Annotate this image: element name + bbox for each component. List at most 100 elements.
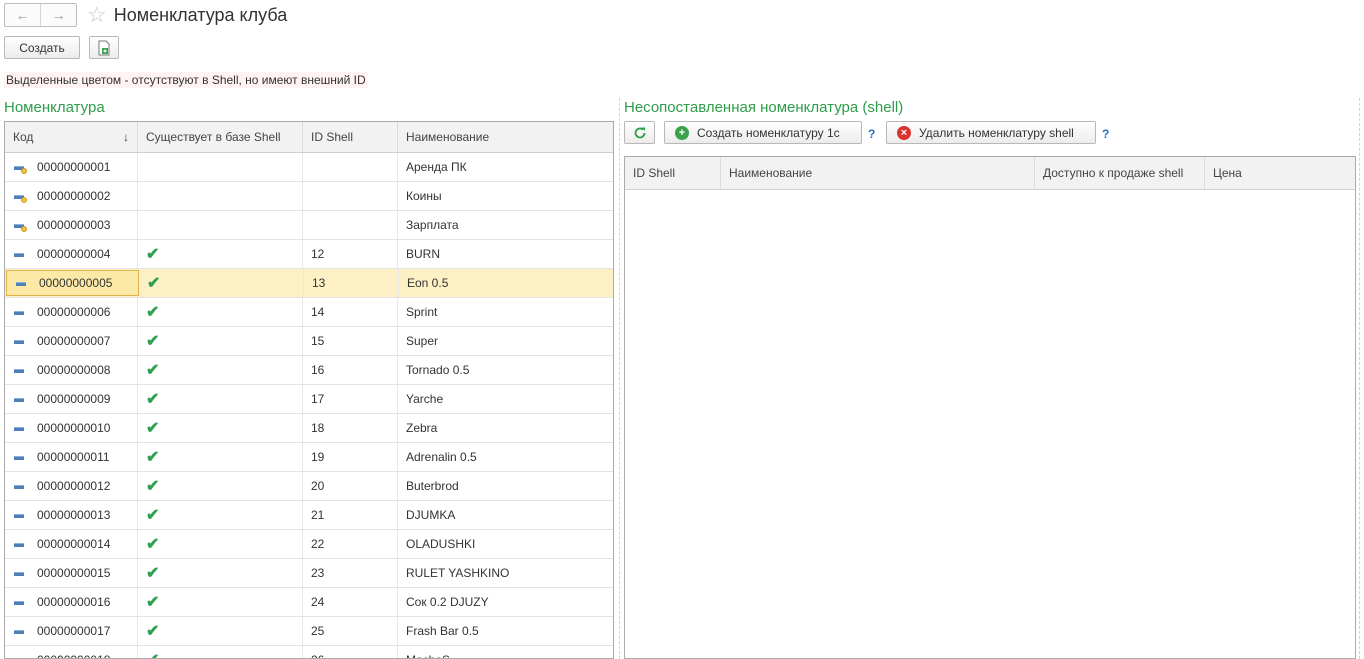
refresh-button[interactable] bbox=[624, 121, 655, 144]
cell-exists[interactable]: ✔ bbox=[138, 443, 303, 471]
cell-name[interactable]: Super bbox=[398, 327, 613, 355]
back-button[interactable]: ← bbox=[5, 4, 40, 26]
cell-id-shell[interactable]: 23 bbox=[303, 559, 398, 587]
forward-button[interactable]: → bbox=[40, 4, 76, 26]
cell-id-shell[interactable] bbox=[303, 211, 398, 239]
table-row[interactable]: 00000000007 ✔ 15 Super bbox=[5, 327, 613, 356]
cell-id-shell[interactable] bbox=[303, 182, 398, 210]
table-row[interactable]: 00000000011 ✔ 19 Adrenalin 0.5 bbox=[5, 443, 613, 472]
cell-name[interactable]: Зарплата bbox=[398, 211, 613, 239]
column-header-code[interactable]: Код ↓ bbox=[5, 122, 138, 152]
cell-code[interactable]: 00000000010 bbox=[5, 414, 138, 442]
cell-name[interactable]: Zebra bbox=[398, 414, 613, 442]
cell-name[interactable]: Eon 0.5 bbox=[399, 269, 613, 297]
cell-id-shell[interactable]: 19 bbox=[303, 443, 398, 471]
table-row[interactable]: 00000000003 Зарплата bbox=[5, 211, 613, 240]
cell-exists[interactable]: ✔ bbox=[138, 327, 303, 355]
cell-code[interactable]: 00000000013 bbox=[5, 501, 138, 529]
column-header-id-shell-right[interactable]: ID Shell bbox=[625, 157, 721, 189]
help-delete-icon[interactable]: ? bbox=[1102, 127, 1109, 141]
cell-name[interactable]: Adrenalin 0.5 bbox=[398, 443, 613, 471]
cell-name[interactable]: OLADUSHKI bbox=[398, 530, 613, 558]
star-icon[interactable]: ☆ bbox=[87, 4, 107, 26]
panel-divider[interactable] bbox=[619, 98, 620, 659]
table-row[interactable]: 00000000014 ✔ 22 OLADUSHKI bbox=[5, 530, 613, 559]
cell-exists[interactable]: ✔ bbox=[138, 385, 303, 413]
cell-id-shell[interactable]: 25 bbox=[303, 617, 398, 645]
cell-code[interactable]: 00000000006 bbox=[5, 298, 138, 326]
cell-exists[interactable]: ✔ bbox=[138, 414, 303, 442]
table-row[interactable]: 00000000001 Аренда ПК bbox=[5, 153, 613, 182]
column-header-name[interactable]: Наименование bbox=[398, 122, 613, 152]
cell-exists[interactable]: ✔ bbox=[138, 472, 303, 500]
cell-code[interactable]: 00000000009 bbox=[5, 385, 138, 413]
column-header-exists[interactable]: Существует в базе Shell bbox=[138, 122, 303, 152]
table-row[interactable]: 00000000005 ✔ 13 Eon 0.5 bbox=[5, 269, 613, 298]
cell-name[interactable]: RULET YASHKINO bbox=[398, 559, 613, 587]
table-row[interactable]: 00000000015 ✔ 23 RULET YASHKINO bbox=[5, 559, 613, 588]
cell-id-shell[interactable]: 13 bbox=[304, 269, 399, 297]
cell-id-shell[interactable] bbox=[303, 153, 398, 181]
help-create-icon[interactable]: ? bbox=[868, 127, 875, 141]
cell-code[interactable]: 00000000003 bbox=[5, 211, 138, 239]
cell-exists[interactable]: ✔ bbox=[138, 646, 303, 658]
cell-exists[interactable]: ✔ bbox=[139, 269, 304, 297]
table-row[interactable]: 00000000009 ✔ 17 Yarche bbox=[5, 385, 613, 414]
create-button[interactable]: Создать bbox=[4, 36, 80, 59]
cell-code[interactable]: 00000000004 bbox=[5, 240, 138, 268]
table-row[interactable]: 00000000016 ✔ 24 Сок 0.2 DJUZY bbox=[5, 588, 613, 617]
cell-code[interactable]: 00000000017 bbox=[5, 617, 138, 645]
cell-name[interactable]: Sprint bbox=[398, 298, 613, 326]
table-row[interactable]: 00000000006 ✔ 14 Sprint bbox=[5, 298, 613, 327]
column-header-id-shell[interactable]: ID Shell bbox=[303, 122, 398, 152]
cell-name[interactable]: DJUMKA bbox=[398, 501, 613, 529]
cell-exists[interactable] bbox=[138, 182, 303, 210]
cell-exists[interactable]: ✔ bbox=[138, 617, 303, 645]
cell-id-shell[interactable]: 24 bbox=[303, 588, 398, 616]
cell-exists[interactable]: ✔ bbox=[138, 240, 303, 268]
cell-code[interactable]: 00000000007 bbox=[5, 327, 138, 355]
cell-id-shell[interactable]: 17 bbox=[303, 385, 398, 413]
cell-code[interactable]: 00000000001 bbox=[5, 153, 138, 181]
column-header-price[interactable]: Цена bbox=[1205, 157, 1355, 189]
cell-exists[interactable]: ✔ bbox=[138, 559, 303, 587]
cell-code[interactable]: 00000000015 bbox=[5, 559, 138, 587]
delete-shell-nomenclature-button[interactable]: × Удалить номенклатуру shell bbox=[886, 121, 1096, 144]
cell-name[interactable]: BURN bbox=[398, 240, 613, 268]
table-row[interactable]: 00000000004 ✔ 12 BURN bbox=[5, 240, 613, 269]
cell-id-shell[interactable]: 16 bbox=[303, 356, 398, 384]
save-document-button[interactable] bbox=[89, 36, 119, 59]
column-header-available[interactable]: Доступно к продаже shell bbox=[1035, 157, 1205, 189]
table-row[interactable]: 00000000002 Коины bbox=[5, 182, 613, 211]
cell-name[interactable]: Buterbrod bbox=[398, 472, 613, 500]
table-row[interactable]: 00000000013 ✔ 21 DJUMKA bbox=[5, 501, 613, 530]
table-row[interactable]: 00000000012 ✔ 20 Buterbrod bbox=[5, 472, 613, 501]
cell-name[interactable]: Сок 0.2 DJUZY bbox=[398, 588, 613, 616]
cell-code[interactable]: 00000000018 bbox=[5, 646, 138, 658]
nomenclature-table[interactable]: Код ↓ Существует в базе Shell ID Shell Н… bbox=[4, 121, 614, 659]
cell-code[interactable]: 00000000011 bbox=[5, 443, 138, 471]
cell-id-shell[interactable]: 15 bbox=[303, 327, 398, 355]
cell-id-shell[interactable]: 20 bbox=[303, 472, 398, 500]
cell-exists[interactable]: ✔ bbox=[138, 588, 303, 616]
table-row[interactable]: 00000000010 ✔ 18 Zebra bbox=[5, 414, 613, 443]
cell-id-shell[interactable]: 14 bbox=[303, 298, 398, 326]
cell-id-shell[interactable]: 26 bbox=[303, 646, 398, 658]
cell-id-shell[interactable]: 12 bbox=[303, 240, 398, 268]
cell-exists[interactable]: ✔ bbox=[138, 530, 303, 558]
create-1c-nomenclature-button[interactable]: + Создать номенклатуру 1с bbox=[664, 121, 862, 144]
cell-id-shell[interactable]: 21 bbox=[303, 501, 398, 529]
cell-name[interactable]: Аренда ПК bbox=[398, 153, 613, 181]
table-row[interactable]: 00000000008 ✔ 16 Tornado 0.5 bbox=[5, 356, 613, 385]
cell-exists[interactable]: ✔ bbox=[138, 501, 303, 529]
cell-name[interactable]: Frash Bar 0.5 bbox=[398, 617, 613, 645]
cell-name[interactable]: Коины bbox=[398, 182, 613, 210]
cell-exists[interactable] bbox=[138, 153, 303, 181]
cell-code[interactable]: 00000000012 bbox=[5, 472, 138, 500]
cell-name[interactable]: MachoS bbox=[398, 646, 613, 658]
cell-id-shell[interactable]: 18 bbox=[303, 414, 398, 442]
cell-exists[interactable]: ✔ bbox=[138, 298, 303, 326]
cell-exists[interactable] bbox=[138, 211, 303, 239]
cell-code[interactable]: 00000000002 bbox=[5, 182, 138, 210]
cell-exists[interactable]: ✔ bbox=[138, 356, 303, 384]
